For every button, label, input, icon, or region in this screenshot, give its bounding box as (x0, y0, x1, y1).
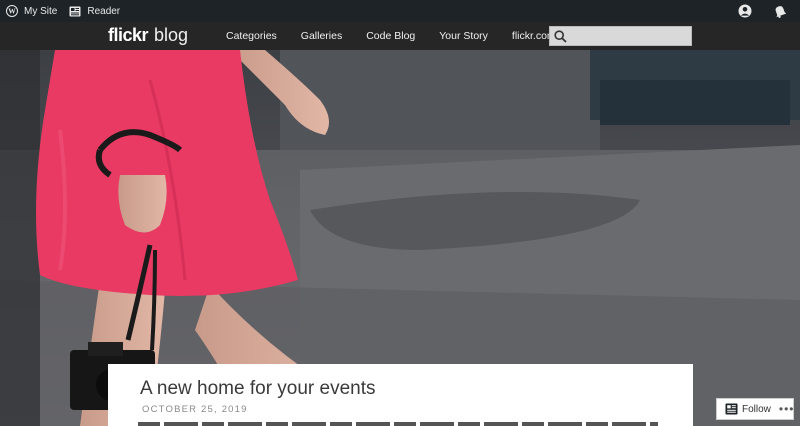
logo-sub: blog (154, 25, 189, 45)
svg-text:W: W (8, 7, 16, 16)
search-box[interactable] (549, 26, 692, 46)
reader-link[interactable]: Reader (63, 0, 126, 22)
admin-bar: W My Site Reader (0, 0, 800, 22)
admin-bar-right (730, 0, 800, 22)
nav-categories[interactable]: Categories (226, 30, 277, 42)
bell-icon (775, 5, 786, 18)
post-excerpt-cutoff (138, 420, 658, 426)
follow-button[interactable]: Follow (725, 403, 771, 415)
more-options-button[interactable]: ••• (779, 403, 795, 415)
my-site-label: My Site (24, 5, 58, 17)
post-date[interactable]: OCTOBER 25, 2019 (142, 404, 248, 415)
post-title[interactable]: A new home for your events (140, 378, 376, 400)
reader-icon (69, 6, 81, 16)
nav-your-story[interactable]: Your Story (439, 30, 488, 42)
search-input[interactable] (572, 27, 690, 45)
nav-code-blog[interactable]: Code Blog (366, 30, 415, 42)
follow-label: Follow (742, 403, 771, 415)
site-header: flickr blog Categories Galleries Code Bl… (0, 22, 800, 50)
logo-brand: flickr (108, 25, 149, 45)
nav-galleries[interactable]: Galleries (301, 30, 342, 42)
follow-widget: Follow ••• (716, 398, 794, 420)
profile-avatar[interactable] (730, 0, 766, 22)
reader-label: Reader (87, 5, 121, 17)
main-nav: Categories Galleries Code Blog Your Stor… (226, 22, 580, 50)
avatar-icon (738, 4, 752, 18)
follow-icon (725, 403, 738, 415)
notifications-button[interactable] (766, 0, 800, 22)
search-icon (554, 30, 567, 43)
post-card: A new home for your events OCTOBER 25, 2… (108, 364, 693, 426)
site-logo[interactable]: flickr blog (108, 25, 188, 47)
wordpress-icon: W (6, 5, 18, 17)
my-site-link[interactable]: W My Site (0, 0, 63, 22)
